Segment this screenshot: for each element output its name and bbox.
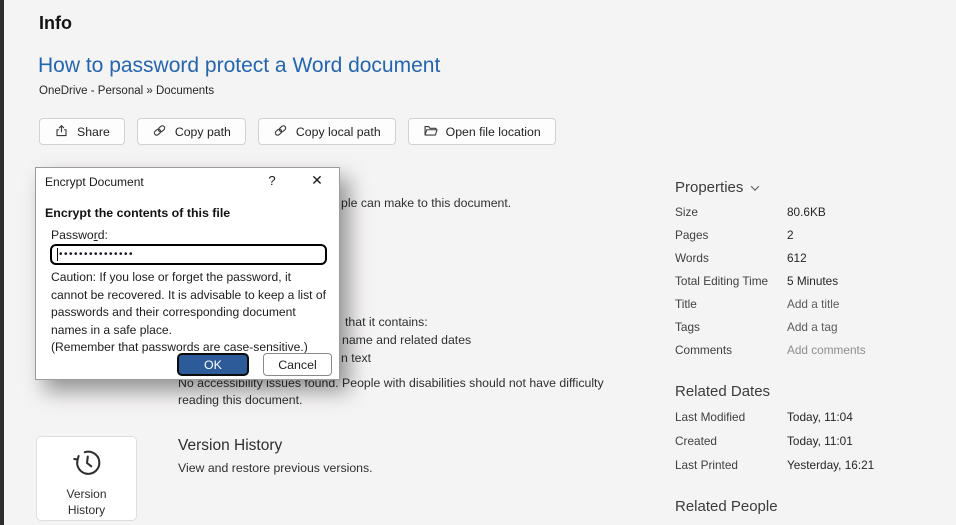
add-tag-field[interactable]: Add a tag: [787, 320, 838, 334]
close-icon[interactable]: ✕: [307, 172, 327, 189]
folder-icon: [423, 123, 438, 141]
related-date-row: Last Printed Yesterday, 16:21: [675, 458, 875, 472]
property-value: 5 Minutes: [787, 273, 839, 288]
open-file-location-label: Open file location: [445, 124, 541, 139]
password-label: Password:: [51, 228, 108, 242]
related-date-row: Last Modified Today, 11:04: [675, 410, 853, 424]
link-icon: [273, 123, 288, 141]
property-row: Size 80.6KB: [675, 204, 826, 219]
share-icon: [54, 123, 69, 141]
password-masked-value: •••••••••••••••: [59, 249, 135, 260]
property-row: Title Add a title: [675, 296, 840, 311]
encrypt-document-dialog: Encrypt Document ? ✕ Encrypt the content…: [35, 167, 340, 380]
property-row: Comments Add comments: [675, 342, 866, 357]
dialog-heading: Encrypt the contents of this file: [45, 206, 231, 220]
properties-list: Size 80.6KB Pages 2 Words 612 Total Edit…: [675, 200, 945, 361]
inspect-item-fragment: name and related dates: [342, 333, 472, 347]
add-comments-field[interactable]: Add comments: [787, 343, 866, 357]
property-value: 612: [787, 250, 807, 265]
copy-path-label: Copy path: [174, 124, 231, 139]
ok-button[interactable]: OK: [177, 353, 249, 376]
property-row: Pages 2: [675, 227, 794, 242]
copy-path-button[interactable]: Copy path: [136, 118, 246, 145]
version-history-button[interactable]: Version History: [36, 436, 137, 521]
related-dates-header: Related Dates: [675, 383, 771, 400]
version-history-subtitle: View and restore previous versions.: [178, 461, 373, 475]
share-button[interactable]: Share: [39, 118, 125, 145]
caution-text: Caution: If you lose or forget the passw…: [51, 270, 326, 355]
property-value: 2: [787, 227, 794, 242]
inspect-item-fragment: n text: [341, 351, 372, 365]
add-title-field[interactable]: Add a title: [787, 297, 839, 311]
open-file-location-button[interactable]: Open file location: [407, 118, 556, 145]
properties-header[interactable]: Properties: [675, 179, 760, 196]
related-dates-list: Last Modified Today, 11:04 Created Today…: [675, 405, 945, 477]
password-input[interactable]: •••••••••••••••: [50, 244, 327, 265]
accessibility-status-line2: reading this document.: [178, 393, 303, 407]
breadcrumb: OneDrive - Personal » Documents: [39, 85, 215, 97]
inspect-document-description-fragment: that it contains:: [345, 315, 428, 329]
cancel-button[interactable]: Cancel: [263, 353, 332, 376]
copy-local-path-button[interactable]: Copy local path: [257, 118, 396, 145]
protect-document-description-fragment: ple can make to this document.: [341, 196, 512, 210]
dialog-titlebar[interactable]: Encrypt Document ? ✕: [36, 168, 339, 195]
dialog-title: Encrypt Document: [45, 175, 144, 189]
version-history-card-label: Version: [66, 487, 107, 501]
page-title: Info: [39, 13, 72, 33]
chevron-down-icon: [751, 181, 760, 191]
property-row: Total Editing Time 5 Minutes: [675, 273, 839, 288]
app-edge-strip: [0, 0, 4, 525]
copy-local-path-label: Copy local path: [295, 124, 381, 139]
link-icon: [152, 123, 167, 141]
related-date-row: Created Today, 11:01: [675, 434, 853, 448]
property-value: 80.6KB: [787, 204, 826, 219]
history-icon: [68, 444, 106, 487]
share-label: Share: [77, 124, 110, 139]
document-title: How to password protect a Word document: [38, 54, 441, 77]
toolbar: Share Copy path Copy local path Open fil…: [39, 118, 556, 145]
version-history-heading: Version History: [178, 437, 283, 454]
related-people-header: Related People: [675, 498, 778, 515]
version-history-card-label: History: [67, 502, 106, 517]
property-row: Words 612: [675, 250, 807, 265]
related-date-value: Yesterday, 16:21: [787, 458, 875, 472]
help-icon[interactable]: ?: [263, 173, 281, 188]
related-date-value: Today, 11:04: [787, 410, 853, 424]
related-date-value: Today, 11:01: [787, 434, 853, 448]
property-row: Tags Add a tag: [675, 319, 838, 334]
